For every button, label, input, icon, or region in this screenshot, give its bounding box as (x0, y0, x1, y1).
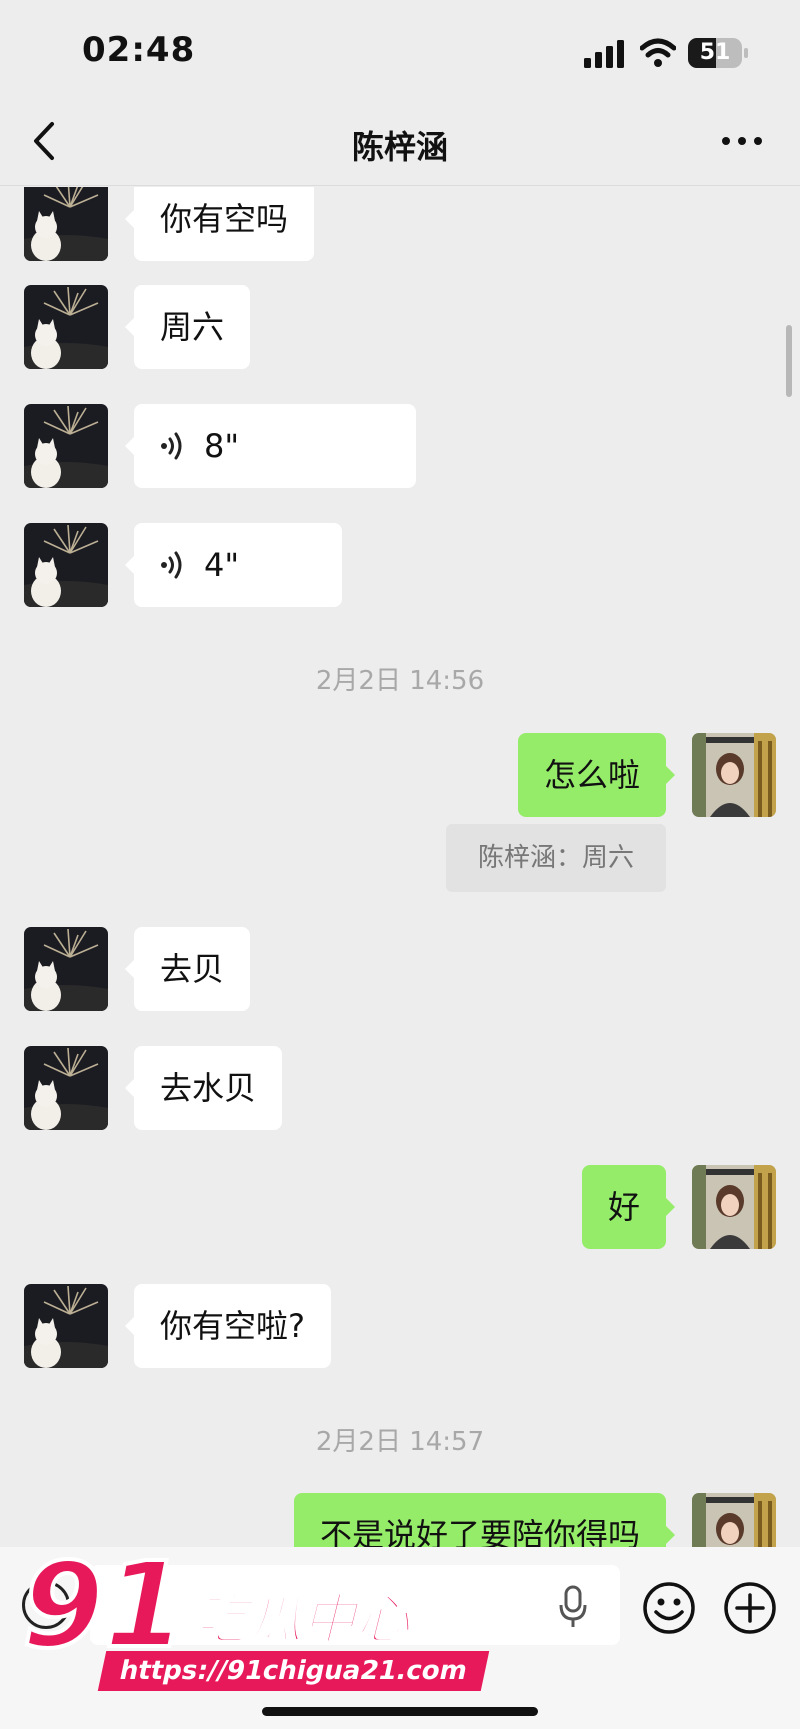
battery-icon: 51 (688, 38, 748, 68)
contact-avatar[interactable] (24, 187, 108, 261)
message-bubble[interactable]: 周六 (124, 285, 251, 369)
home-indicator[interactable] (262, 1707, 538, 1716)
message-bubble[interactable]: 去贝 (124, 927, 251, 1011)
message-list[interactable]: 你有空吗 周六 8" 4" 2月2日 14:56 怎么啦 陈梓涵：周六 去贝 去… (0, 187, 800, 1547)
status-bar: 02:48 51 (0, 0, 800, 100)
message-row: 好 (0, 1165, 800, 1249)
message-row: 周六 (0, 285, 800, 369)
chat-title: 陈梓涵 (351, 128, 448, 166)
quoted-message[interactable]: 陈梓涵：周六 (446, 824, 666, 892)
contact-avatar[interactable] (24, 1046, 108, 1130)
message-row: 4" (0, 523, 800, 607)
contact-avatar[interactable] (24, 523, 108, 607)
message-bubble[interactable]: 去水贝 (124, 1046, 283, 1130)
watermark-brand-name: 吃瓜中心 (193, 1587, 411, 1652)
message-bubble[interactable]: 怎么啦 (517, 733, 676, 817)
voice-message-bubble[interactable]: 4" (125, 523, 342, 607)
my-avatar[interactable] (692, 733, 776, 817)
more-options-button[interactable] (716, 120, 768, 162)
watermark-number: 91 (20, 1536, 188, 1674)
message-bubble[interactable]: 不是说好了要陪你得吗 (293, 1493, 676, 1547)
message-row: 去水贝 (0, 1046, 800, 1130)
message-row: 你有空吗 (0, 187, 800, 261)
message-bubble[interactable]: 好 (581, 1165, 676, 1249)
voice-wave-icon (161, 551, 182, 579)
message-row: 你有空啦? (0, 1284, 800, 1368)
message-timestamp: 2月2日 14:57 (315, 1427, 485, 1457)
microphone-icon[interactable] (558, 1585, 588, 1629)
message-row: 8" (0, 404, 800, 488)
back-button[interactable] (26, 118, 66, 164)
message-bubble[interactable]: 你有空吗 (124, 187, 315, 261)
message-bubble[interactable]: 你有空啦? (125, 1284, 331, 1368)
voice-message-bubble[interactable]: 8" (125, 404, 416, 488)
voice-duration: 4" (204, 546, 240, 584)
status-time: 02:48 (82, 30, 196, 70)
contact-avatar[interactable] (24, 285, 108, 369)
contact-avatar[interactable] (24, 404, 108, 488)
voice-wave-icon (161, 432, 182, 460)
my-avatar[interactable] (692, 1165, 776, 1249)
cellular-signal-icon (584, 40, 624, 68)
watermark-url: https://91chigua21.com (97, 1651, 490, 1691)
message-row: 怎么啦 (0, 733, 800, 817)
battery-level: 51 (699, 40, 731, 65)
more-functions-button[interactable] (723, 1581, 777, 1635)
wifi-icon (640, 38, 676, 67)
voice-duration: 8" (204, 427, 240, 465)
message-row: 去贝 (0, 927, 800, 1011)
my-avatar[interactable] (692, 1493, 776, 1547)
contact-avatar[interactable] (24, 927, 108, 1011)
watermark-logo: 91 吃瓜中心 https://91chigua21.com (20, 1536, 490, 1705)
message-timestamp: 2月2日 14:56 (315, 666, 485, 696)
emoji-button[interactable] (642, 1581, 696, 1635)
contact-avatar[interactable] (24, 1284, 108, 1368)
chat-header: 陈梓涵 (0, 100, 800, 186)
